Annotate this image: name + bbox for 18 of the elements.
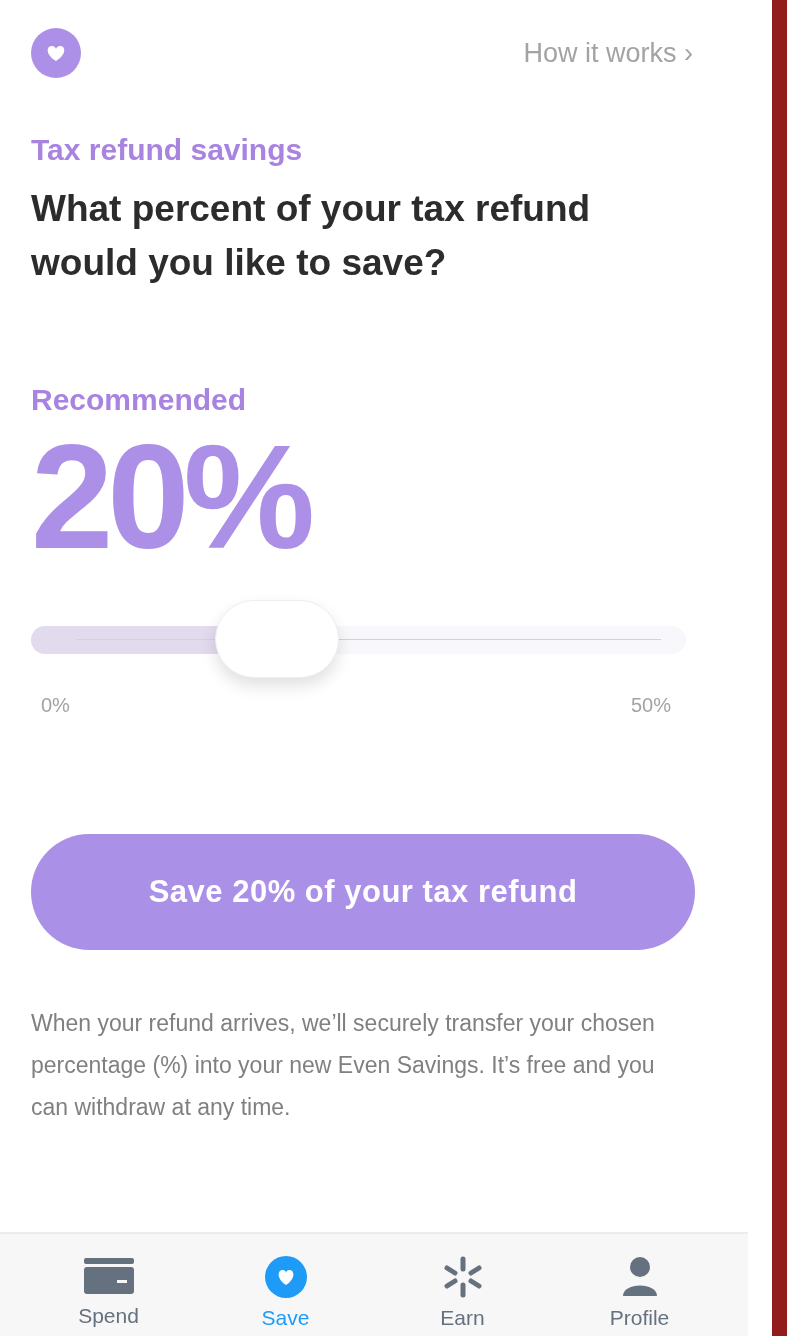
card-icon [82, 1256, 135, 1296]
spark-icon [441, 1256, 484, 1298]
how-it-works-link[interactable]: How it works › [523, 32, 693, 74]
tab-bar-item[interactable]: Profile [569, 1256, 710, 1336]
tab-bar-item[interactable]: Spend [38, 1256, 179, 1336]
tab-bar-item[interactable]: Save [215, 1256, 356, 1336]
save-button[interactable]: Save 20% of your tax refund [31, 834, 695, 950]
info-text: When your refund arrives, we’ll securely transfer your chosen percentage (%) into your new Even Savings. It’s free and you can withdraw at any time. [31, 1009, 656, 1122]
recommended-label: Recommended [31, 382, 248, 418]
percent-slider[interactable] [31, 600, 686, 680]
tab-bar-item[interactable]: Earn [392, 1256, 533, 1336]
percent-value: 20% [31, 422, 311, 572]
heart-logo-icon [31, 28, 81, 78]
max-label: 50% [630, 693, 671, 718]
person-icon [620, 1256, 659, 1298]
question-heading: What percent of your tax refund would you like to save? [31, 187, 592, 285]
min-label: 0% [41, 693, 70, 718]
eyebrow-title: Tax refund savings [31, 132, 304, 168]
